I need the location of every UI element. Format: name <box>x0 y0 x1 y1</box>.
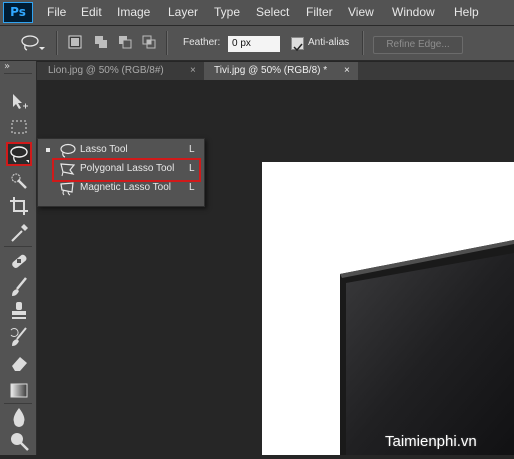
menu-view[interactable]: View <box>348 5 374 19</box>
menu-window[interactable]: Window <box>392 5 435 19</box>
close-icon[interactable]: × <box>344 62 350 80</box>
gradient-tool-icon[interactable] <box>8 380 30 402</box>
new-selection-icon[interactable] <box>68 35 82 49</box>
subtract-from-selection-icon[interactable] <box>118 35 132 49</box>
eraser-tool-icon[interactable] <box>8 352 30 374</box>
menu-type[interactable]: Type <box>214 5 240 19</box>
shortcut-key: L <box>189 182 195 193</box>
flyout-item-label: Magnetic Lasso Tool <box>80 182 171 193</box>
checkmark-icon <box>293 43 303 52</box>
dodge-tool-icon[interactable] <box>8 431 30 453</box>
magnetic-lasso-icon <box>60 182 74 196</box>
tab-title: Lion.jpg @ 50% (RGB/8#) <box>48 65 164 76</box>
quick-selection-tool-icon[interactable] <box>8 170 30 192</box>
menu-file[interactable]: File <box>47 5 66 19</box>
photoshop-logo: Ps <box>3 2 33 23</box>
shortcut-key: L <box>189 144 195 155</box>
feather-input[interactable]: 0 px <box>228 36 280 52</box>
flyout-item-label: Lasso Tool <box>80 144 128 155</box>
menu-image[interactable]: Image <box>117 5 150 19</box>
tab-title: Tivi.jpg @ 50% (RGB/8) * <box>214 65 328 76</box>
tab-lion[interactable]: Lion.jpg @ 50% (RGB/8#) × <box>38 62 201 80</box>
menu-help[interactable]: Help <box>454 5 479 19</box>
clone-stamp-tool-icon[interactable] <box>8 300 30 322</box>
lasso-icon <box>60 143 76 158</box>
antialias-checkbox[interactable] <box>291 37 304 52</box>
menu-filter[interactable]: Filter <box>306 5 333 19</box>
tv-image <box>340 240 514 455</box>
menu-edit[interactable]: Edit <box>81 5 102 19</box>
watermark: Taimienphi.vn <box>385 433 477 450</box>
eyedropper-tool-icon[interactable] <box>8 222 30 244</box>
polygonal-lasso-highlight <box>52 158 201 182</box>
refine-edge-button[interactable]: Refine Edge... <box>373 36 463 54</box>
marquee-tool-icon[interactable] <box>8 117 30 139</box>
intersect-selection-icon[interactable] <box>142 35 156 49</box>
flyout-item-lasso[interactable]: Lasso Tool L <box>38 141 204 159</box>
menu-bar: Ps File Edit Image Layer Type Select Fil… <box>0 0 514 26</box>
blur-tool-icon[interactable] <box>8 406 30 428</box>
healing-brush-tool-icon[interactable] <box>8 250 30 272</box>
lasso-preset-icon[interactable] <box>20 34 46 52</box>
tab-tivi[interactable]: Tivi.jpg @ 50% (RGB/8) * × <box>204 62 358 80</box>
history-brush-tool-icon[interactable] <box>8 326 30 348</box>
menu-layer[interactable]: Layer <box>168 5 198 19</box>
antialias-label: Anti-alias <box>308 37 350 48</box>
collapse-panel-icon[interactable]: » <box>4 61 10 72</box>
brush-tool-icon[interactable] <box>8 276 30 298</box>
lasso-tool-button[interactable] <box>6 142 32 166</box>
close-icon[interactable]: × <box>190 62 196 80</box>
move-tool-icon[interactable] <box>8 91 30 113</box>
lasso-icon <box>10 146 29 163</box>
current-tool-bullet <box>46 148 50 152</box>
crop-tool-icon[interactable] <box>8 195 30 217</box>
feather-label: Feather: <box>183 37 221 48</box>
document-canvas[interactable] <box>262 162 514 455</box>
menu-select[interactable]: Select <box>256 5 289 19</box>
add-to-selection-icon[interactable] <box>94 35 108 49</box>
